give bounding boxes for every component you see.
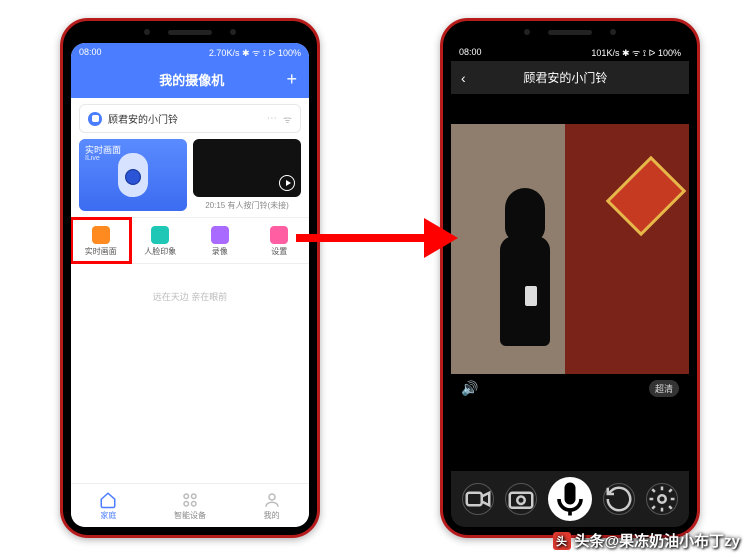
thumb-clip[interactable]	[193, 139, 301, 197]
toutiao-logo-icon: 头	[553, 532, 571, 550]
quality-badge[interactable]: 超清	[649, 380, 679, 397]
action-record-label: 录像	[212, 247, 228, 256]
phone-left: 08:00 2.70K/s ✱ ᯤ ⟟ ᐅ 100% 我的摄像机 + 顾君安的小…	[60, 18, 320, 538]
live-header: ‹ 顾君安的小门铃	[451, 61, 689, 94]
status-bar: 08:00 101K/s ✱ ᯤ ⟟ ᐅ 100%	[451, 43, 689, 61]
status-time: 08:00	[459, 47, 482, 57]
status-indicators: 101K/s ✱ ᯤ ⟟ ᐅ 100%	[591, 46, 681, 59]
nav-home-label: 家庭	[100, 511, 116, 520]
person-icon	[263, 491, 281, 509]
action-face[interactable]: 人脸印象	[131, 218, 191, 263]
action-face-label: 人脸印象	[144, 247, 176, 256]
camera-icon	[118, 153, 148, 197]
action-row: 实时画面 人脸印象 录像 设置	[71, 217, 309, 264]
live-view[interactable]: 2019/01/13 18:22:46	[451, 124, 689, 374]
app-header: 我的摄像机 +	[71, 61, 309, 98]
bottom-nav: 家庭 智能设备 我的	[71, 483, 309, 527]
action-settings-label: 设置	[271, 247, 287, 256]
phone-notch	[524, 29, 616, 35]
wifi-icon: ᯤ	[283, 112, 292, 126]
action-record[interactable]: 录像	[190, 218, 250, 263]
arrow-indicator	[296, 218, 466, 258]
thumb-live[interactable]: 实时画面 ILive	[79, 139, 187, 211]
empty-hint: 远在天边 亲在眼前	[71, 290, 309, 303]
speaker-icon[interactable]: 🔊	[461, 380, 478, 397]
home-icon	[99, 491, 117, 509]
play-icon	[279, 175, 295, 191]
grid-icon	[181, 491, 199, 509]
control-history[interactable]	[603, 483, 635, 515]
record-icon	[211, 226, 229, 244]
device-more-icon[interactable]: ⋯	[267, 113, 277, 124]
live-title: 顾君安的小门铃	[523, 69, 607, 86]
control-settings[interactable]	[646, 483, 678, 515]
thumb-clip-caption: 20:15 有人按门铃(未接)	[193, 200, 301, 211]
nav-me[interactable]: 我的	[263, 491, 281, 521]
screen-right: 08:00 101K/s ✱ ᯤ ⟟ ᐅ 100% ‹ 顾君安的小门铃 2019…	[451, 43, 689, 527]
phone-notch	[144, 29, 236, 35]
status-time: 08:00	[79, 47, 102, 57]
device-card[interactable]: 顾君安的小门铃 ⋯ ᯤ	[79, 104, 301, 133]
nav-scene[interactable]: 智能设备	[174, 491, 206, 521]
control-bar	[451, 471, 689, 527]
device-name: 顾君安的小门铃	[108, 111, 178, 126]
nav-home[interactable]: 家庭	[99, 491, 117, 521]
status-indicators: 2.70K/s ✱ ᯤ ⟟ ᐅ 100%	[209, 46, 301, 59]
device-icon	[88, 112, 102, 126]
watermark-text: 头条@果冻奶油小布丁zy	[575, 530, 740, 551]
gear-icon	[270, 226, 288, 244]
nav-scene-label: 智能设备	[174, 511, 206, 520]
control-snapshot[interactable]	[505, 483, 537, 515]
face-icon	[151, 226, 169, 244]
action-live[interactable]: 实时画面	[71, 218, 131, 263]
header-title: 我的摄像机	[159, 70, 224, 89]
watermark: 头 头条@果冻奶油小布丁zy	[553, 530, 740, 551]
screen-left: 08:00 2.70K/s ✱ ᯤ ⟟ ᐅ 100% 我的摄像机 + 顾君安的小…	[71, 43, 309, 527]
control-mic[interactable]	[548, 477, 592, 521]
back-button[interactable]: ‹	[461, 70, 466, 86]
action-live-label: 实时画面	[85, 247, 117, 256]
video-icon	[92, 226, 110, 244]
live-footer: 🔊 超清	[451, 374, 689, 403]
thumb-live-sub: ILive	[85, 155, 100, 162]
phone-right: 08:00 101K/s ✱ ᯤ ⟟ ᐅ 100% ‹ 顾君安的小门铃 2019…	[440, 18, 700, 538]
status-bar: 08:00 2.70K/s ✱ ᯤ ⟟ ᐅ 100%	[71, 43, 309, 61]
live-scene	[451, 124, 689, 374]
nav-me-label: 我的	[264, 511, 280, 520]
control-video[interactable]	[462, 483, 494, 515]
add-button[interactable]: +	[286, 69, 297, 90]
